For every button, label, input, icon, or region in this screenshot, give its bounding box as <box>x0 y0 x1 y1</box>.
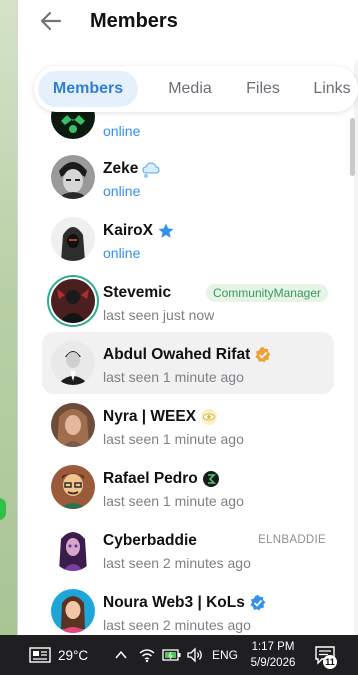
verified-blue-icon <box>249 594 267 612</box>
avatar <box>51 341 95 385</box>
taskbar: 29°C ENG 1:17 PM 5/9/2026 11 <box>0 635 358 675</box>
member-status: online <box>103 123 141 139</box>
weather-icon[interactable] <box>28 635 52 675</box>
chat-background-strip <box>0 0 18 635</box>
star-icon <box>157 222 175 240</box>
member-row[interactable]: Zeke online <box>42 146 334 208</box>
page-title: Members <box>90 10 178 32</box>
avatar <box>51 527 95 571</box>
avatar <box>51 217 95 261</box>
member-name: Rafael Pedro <box>103 470 198 487</box>
member-status: last seen just now <box>103 307 215 323</box>
back-arrow-icon[interactable] <box>38 8 64 34</box>
member-status: last seen 1 minute ago <box>103 369 244 385</box>
member-status: online <box>103 183 141 199</box>
cloud-emoji-icon <box>142 160 160 178</box>
role-label: ELNBADDIE <box>258 534 326 546</box>
scrollbar-thumb[interactable] <box>350 118 355 176</box>
member-row[interactable]: Noura Web3 | KoLs last seen 2 minutes ag… <box>42 580 334 635</box>
member-status: last seen 1 minute ago <box>103 493 244 509</box>
header: Members <box>18 0 358 44</box>
member-status: last seen 1 minute ago <box>103 431 244 447</box>
member-row[interactable]: Rafael Pedro last seen 1 minute ago <box>42 456 334 518</box>
clock-date: 5/9/2026 <box>250 657 296 669</box>
clock-time: 1:17 PM <box>251 641 295 653</box>
member-name: Noura Web3 | KoLs <box>103 594 245 611</box>
notification-button[interactable]: 11 <box>314 635 342 675</box>
notification-count-badge: 11 <box>323 655 337 669</box>
members-panel: online Zeke online KairoX online Stevemi… <box>18 0 358 635</box>
tab-members[interactable]: Members <box>38 71 138 107</box>
clock[interactable]: 1:17 PM 5/9/2026 <box>248 635 298 675</box>
eye-emoji-icon <box>200 408 218 426</box>
language-indicator[interactable]: ENG <box>212 635 238 675</box>
volume-icon[interactable] <box>186 635 204 675</box>
avatar <box>51 589 95 633</box>
member-row[interactable]: Nyra | WEEX last seen 1 minute ago <box>42 394 334 456</box>
tab-media[interactable]: Media <box>160 71 220 107</box>
member-name: Cyberbaddie <box>103 532 197 549</box>
tab-bar: Members Media Files Links <box>34 66 358 112</box>
tab-links[interactable]: Links <box>306 71 358 107</box>
member-name: Zeke <box>103 160 139 177</box>
online-indicator-dot <box>0 498 6 520</box>
member-name: Stevemic <box>103 284 172 301</box>
wifi-icon[interactable] <box>138 635 156 675</box>
member-name: KairoX <box>103 222 153 239</box>
member-row[interactable]: KairoX online <box>42 208 334 270</box>
member-status: last seen 2 minutes ago <box>103 555 251 571</box>
chevron-up-icon[interactable] <box>114 635 128 675</box>
emoji-badge-icon <box>202 470 220 488</box>
avatar <box>51 465 95 509</box>
battery-icon[interactable] <box>162 635 182 675</box>
avatar <box>51 155 95 199</box>
avatar <box>51 279 95 323</box>
temperature-text[interactable]: 29°C <box>58 635 88 675</box>
member-status: online <box>103 245 141 261</box>
member-row[interactable]: Stevemic last seen just now CommunityMan… <box>42 270 334 332</box>
avatar <box>51 403 95 447</box>
member-row[interactable]: Cyberbaddie last seen 2 minutes ago ELNB… <box>42 518 334 580</box>
member-row[interactable]: Abdul Owahed Rifat last seen 1 minute ag… <box>42 332 334 394</box>
tab-files[interactable]: Files <box>240 71 286 107</box>
member-name: Abdul Owahed Rifat <box>103 346 251 363</box>
header-fade <box>18 44 358 66</box>
verified-orange-icon <box>254 346 272 364</box>
member-name: Nyra | WEEX <box>103 408 197 425</box>
member-status: last seen 2 minutes ago <box>103 617 251 633</box>
role-tag: CommunityManager <box>205 284 328 302</box>
